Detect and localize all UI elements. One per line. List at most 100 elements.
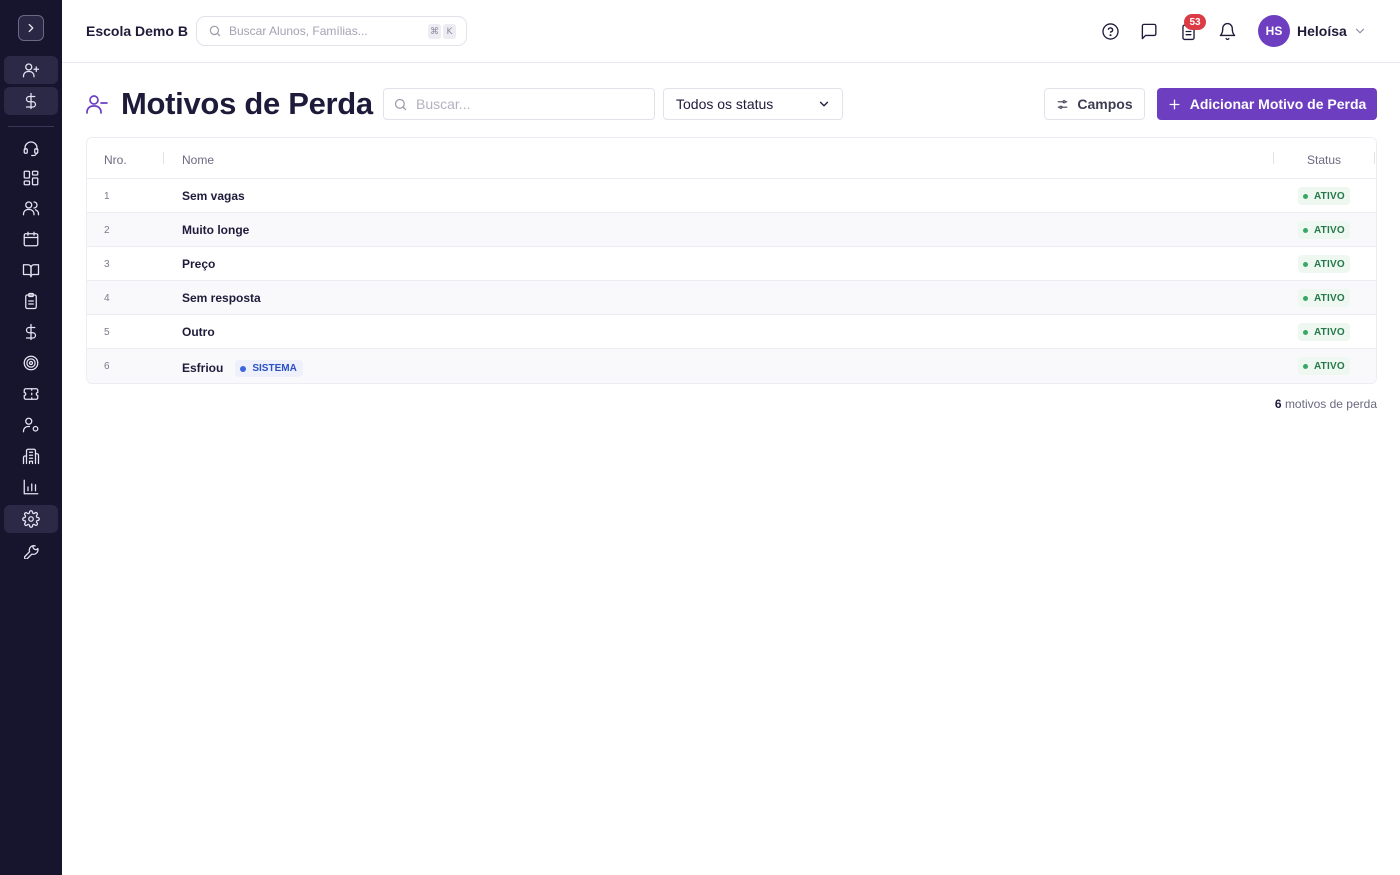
ticket-icon <box>23 388 39 400</box>
status-badge: ATIVO <box>1298 357 1350 375</box>
dollar-icon <box>25 92 37 110</box>
sidebar-item-academic[interactable] <box>4 256 58 284</box>
record-count-number: 6 <box>1274 397 1282 411</box>
clipboard-icon <box>25 292 37 310</box>
system-tag-dot <box>240 365 247 372</box>
chevron-right-icon <box>28 23 34 33</box>
app-root: Escola Demo B ⌘ K 53 HS Heloísa Motivos … <box>0 0 1400 875</box>
status-dot <box>1303 295 1308 301</box>
table-row[interactable]: 6 Esfriou SISTEMA ATIVO <box>87 349 1376 383</box>
dashboard-icon <box>23 170 39 186</box>
dollar-icon <box>25 323 37 341</box>
sidebar-item-calendar[interactable] <box>4 225 58 253</box>
table-row[interactable]: 3 Preço ATIVO <box>87 247 1376 281</box>
status-badge: ATIVO <box>1298 323 1350 341</box>
sidebar-item-tickets[interactable] <box>4 380 58 408</box>
user-menu-toggle[interactable] <box>1353 24 1367 38</box>
sidebar-item-reports[interactable] <box>4 473 58 501</box>
sidebar-item-goals[interactable] <box>4 349 58 377</box>
column-resize-handle[interactable] <box>1273 152 1274 164</box>
sidebar-item-finance-quick[interactable] <box>4 87 58 115</box>
row-number: 6 <box>104 361 110 372</box>
page-search-input[interactable] <box>416 96 636 112</box>
record-count-label: motivos de perda <box>1284 397 1377 411</box>
sidebar-expand-button[interactable] <box>18 15 44 41</box>
row-number: 5 <box>104 327 110 338</box>
school-name[interactable]: Escola Demo B <box>86 23 188 39</box>
status-badge: ATIVO <box>1298 289 1350 307</box>
loss-reasons-table: Nro. Nome Status 1 Sem vagas ATIVO 2 Mui… <box>86 137 1377 384</box>
table-header: Nro. Nome Status <box>87 138 1376 179</box>
fields-button-label: Campos <box>1077 96 1133 112</box>
row-number: 1 <box>104 191 110 202</box>
status-filter-select[interactable]: Todos os status <box>663 88 843 120</box>
row-number: 4 <box>104 293 110 304</box>
row-name: Esfriou SISTEMA <box>182 359 303 377</box>
table-row[interactable]: 5 Outro ATIVO <box>87 315 1376 349</box>
user-settings-icon <box>22 417 39 433</box>
row-name: Sem resposta <box>182 291 261 305</box>
table-row[interactable]: 2 Muito longe ATIVO <box>87 213 1376 247</box>
calendar-icon <box>23 231 39 247</box>
chevron-down-icon <box>817 97 831 111</box>
column-resize-handle[interactable] <box>1374 152 1375 164</box>
user-avatar[interactable]: HS <box>1258 15 1290 47</box>
top-bar: Escola Demo B ⌘ K 53 HS Heloísa <box>62 0 1400 63</box>
status-text: ATIVO <box>1314 360 1345 372</box>
status-dot <box>1303 193 1308 199</box>
sidebar-item-people[interactable] <box>4 194 58 222</box>
sidebar-item-leads[interactable] <box>4 56 58 84</box>
row-name: Preço <box>182 257 215 271</box>
add-loss-reason-button[interactable]: Adicionar Motivo de Perda <box>1157 88 1377 120</box>
global-search-input[interactable] <box>229 24 419 38</box>
sidebar-item-dashboard[interactable] <box>4 164 58 192</box>
plus-icon <box>1169 99 1180 109</box>
sidebar-item-tools[interactable] <box>4 536 58 564</box>
row-number: 3 <box>104 259 110 270</box>
user-name[interactable]: Heloísa <box>1297 23 1347 39</box>
search-icon <box>394 98 407 110</box>
page-search[interactable] <box>383 88 655 120</box>
sliders-icon <box>1058 99 1068 109</box>
sidebar-item-settings[interactable] <box>4 505 58 533</box>
global-search[interactable]: ⌘ K <box>196 16 467 46</box>
bar-chart-icon <box>23 479 39 495</box>
target-icon <box>23 355 39 371</box>
status-dot <box>1303 329 1308 335</box>
sidebar-item-support[interactable] <box>4 134 58 162</box>
column-header-number[interactable]: Nro. <box>104 153 127 167</box>
book-open-icon <box>22 264 40 278</box>
column-header-name[interactable]: Nome <box>182 153 214 167</box>
wrench-icon <box>23 545 39 559</box>
status-text: ATIVO <box>1314 224 1345 236</box>
row-name-text: Outro <box>182 325 215 339</box>
row-name-text: Sem resposta <box>182 291 261 305</box>
tasks-count-badge: 53 <box>1184 14 1206 30</box>
status-badge: ATIVO <box>1298 255 1350 273</box>
table-row[interactable]: 1 Sem vagas ATIVO <box>87 179 1376 213</box>
system-tag-text: SISTEMA <box>252 363 297 374</box>
notifications-button[interactable] <box>1215 19 1239 43</box>
status-text: ATIVO <box>1314 258 1345 270</box>
sidebar-item-tasks[interactable] <box>4 287 58 315</box>
sidebar-divider <box>8 126 54 127</box>
status-badge: ATIVO <box>1298 221 1350 239</box>
fields-button[interactable]: Campos <box>1044 88 1145 120</box>
column-resize-handle[interactable] <box>163 152 164 164</box>
user-minus-icon <box>86 95 108 114</box>
sidebar-item-school[interactable] <box>4 442 58 470</box>
help-button[interactable] <box>1098 19 1122 43</box>
status-text: ATIVO <box>1314 190 1345 202</box>
shortcut-key-cmd: ⌘ <box>428 24 441 39</box>
chevron-down-icon <box>1355 28 1365 34</box>
table-row[interactable]: 4 Sem resposta ATIVO <box>87 281 1376 315</box>
record-count: 6 motivos de perda <box>1275 397 1377 411</box>
messages-button[interactable] <box>1137 19 1161 43</box>
sidebar-item-finance[interactable] <box>4 318 58 346</box>
shortcut-key-k: K <box>443 24 456 39</box>
sidebar-item-user-admin[interactable] <box>4 411 58 439</box>
column-header-status[interactable]: Status <box>1307 153 1341 167</box>
row-number: 2 <box>104 225 110 236</box>
row-name-text: Esfriou <box>182 361 224 375</box>
message-square-icon <box>1141 23 1157 39</box>
